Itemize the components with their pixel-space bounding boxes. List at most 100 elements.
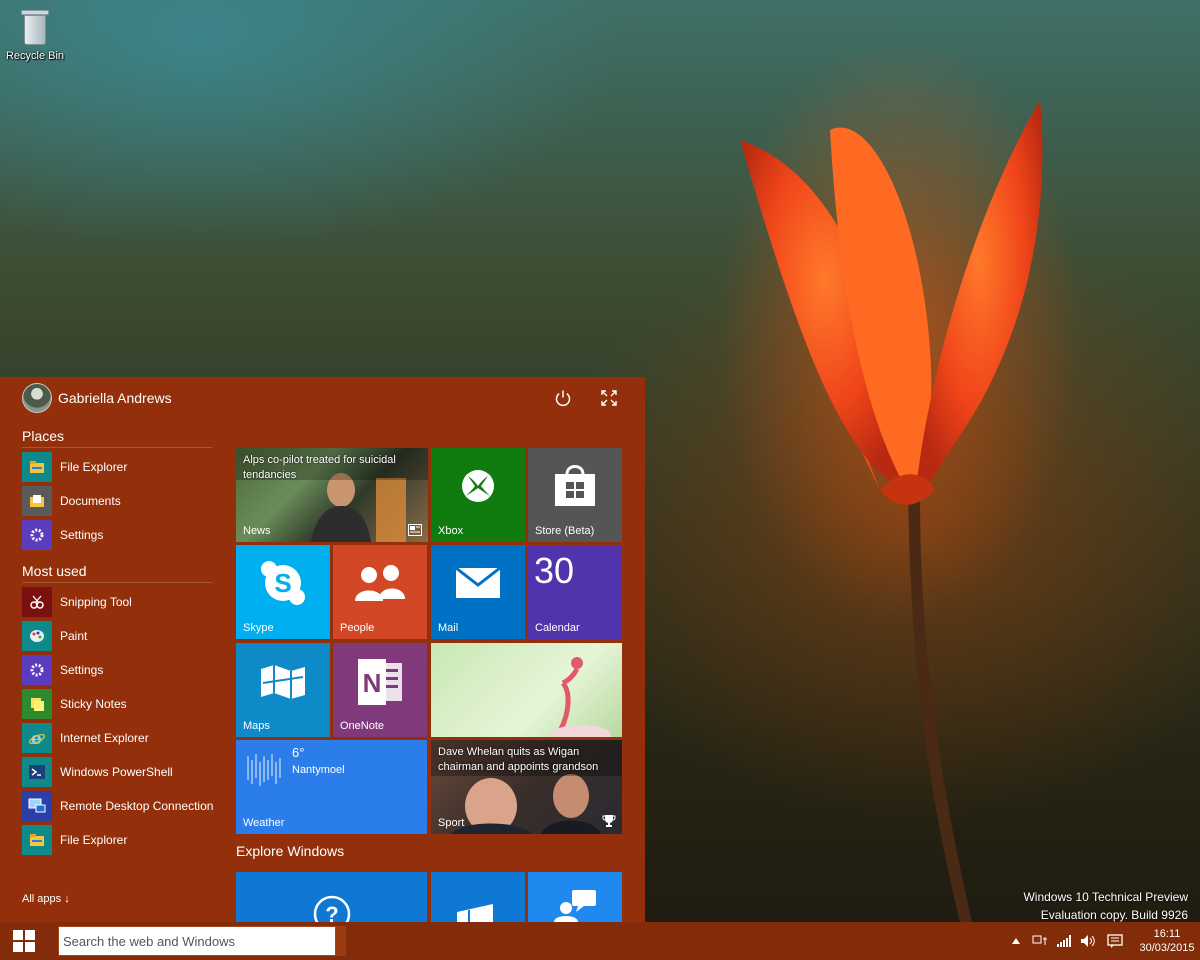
volume-icon bbox=[1081, 935, 1095, 947]
chevron-up-icon bbox=[1012, 938, 1020, 944]
powershell-icon bbox=[22, 757, 52, 787]
photo-image bbox=[551, 657, 611, 737]
weather-location: Nantymoel bbox=[292, 764, 345, 776]
internet-explorer-icon: e bbox=[22, 723, 52, 753]
app-file-explorer[interactable]: File Explorer bbox=[22, 825, 127, 855]
tile-calendar[interactable]: 30 Calendar bbox=[528, 545, 622, 639]
most-used-heading: Most used bbox=[22, 563, 87, 579]
app-label: Settings bbox=[60, 663, 104, 677]
app-windows-powershell[interactable]: Windows PowerShell bbox=[22, 757, 173, 787]
place-label: File Explorer bbox=[60, 460, 128, 474]
user-name: Gabriella Andrews bbox=[58, 390, 172, 406]
search-box-edge bbox=[336, 926, 346, 956]
app-label: Snipping Tool bbox=[60, 595, 132, 609]
tile-feedback[interactable] bbox=[528, 872, 622, 922]
settings-icon bbox=[22, 655, 52, 685]
app-internet-explorer[interactable]: e Internet Explorer bbox=[22, 723, 149, 753]
show-hidden-icons-button[interactable] bbox=[1004, 922, 1028, 960]
documents-icon bbox=[22, 486, 52, 516]
tile-people[interactable]: People bbox=[333, 545, 427, 639]
people-icon bbox=[355, 565, 405, 601]
xbox-label: Xbox bbox=[438, 525, 464, 537]
paint-icon bbox=[22, 621, 52, 651]
weather-temp: 6° bbox=[292, 745, 305, 760]
taskbar: 16:11 30/03/2015 bbox=[0, 922, 1200, 960]
app-label: Remote Desktop Connection bbox=[60, 799, 214, 813]
recycle-bin-label: Recycle Bin bbox=[5, 50, 65, 62]
app-sticky-notes[interactable]: Sticky Notes bbox=[22, 689, 127, 719]
onenote-icon: N bbox=[358, 659, 402, 705]
skype-label: Skype bbox=[243, 622, 274, 634]
app-settings[interactable]: Settings bbox=[22, 655, 103, 685]
input-indicator-icon bbox=[1032, 935, 1047, 945]
user-account[interactable]: Gabriella Andrews bbox=[22, 383, 172, 413]
file-explorer-icon bbox=[22, 825, 52, 855]
tile-skype[interactable]: S Skype bbox=[236, 545, 330, 639]
store-label: Store (Beta) bbox=[535, 525, 595, 537]
system-tray: 16:11 30/03/2015 bbox=[1004, 922, 1200, 960]
place-documents[interactable]: Documents bbox=[22, 486, 121, 516]
tile-photos[interactable] bbox=[431, 643, 622, 737]
trophy-icon bbox=[602, 815, 616, 827]
volume-button[interactable] bbox=[1076, 922, 1100, 960]
rain-icon bbox=[247, 754, 281, 786]
sticky-notes-icon bbox=[22, 689, 52, 719]
place-file-explorer[interactable]: File Explorer bbox=[22, 452, 127, 482]
app-label: File Explorer bbox=[60, 833, 128, 847]
place-label: Documents bbox=[60, 494, 121, 508]
tile-weather[interactable]: 6° Nantymoel Weather bbox=[236, 740, 427, 834]
action-center-button[interactable] bbox=[1100, 922, 1130, 960]
start-button[interactable] bbox=[0, 922, 48, 960]
tile-mail[interactable]: Mail bbox=[431, 545, 525, 639]
maps-label: Maps bbox=[243, 720, 270, 732]
feedback-icon bbox=[554, 890, 596, 922]
news-label: News bbox=[243, 525, 271, 537]
app-label: Internet Explorer bbox=[60, 731, 149, 745]
windows-feature-icon bbox=[457, 904, 493, 922]
notifications-icon bbox=[1107, 933, 1123, 948]
evaluation-watermark: Windows 10 Technical Preview Evaluation … bbox=[1023, 888, 1188, 924]
mail-icon bbox=[455, 567, 501, 598]
app-remote-desktop-connection[interactable]: Remote Desktop Connection bbox=[22, 791, 213, 821]
maps-icon bbox=[261, 665, 305, 699]
help-icon: ? bbox=[313, 895, 351, 922]
tile-windows-feature[interactable] bbox=[431, 872, 525, 922]
place-settings[interactable]: Settings bbox=[22, 520, 103, 550]
app-snipping-tool[interactable]: Snipping Tool bbox=[22, 587, 132, 617]
remote-desktop-icon bbox=[22, 791, 52, 821]
tile-onenote[interactable]: N OneNote bbox=[333, 643, 427, 737]
news-badge-icon bbox=[408, 524, 422, 536]
expand-button[interactable] bbox=[598, 387, 620, 409]
app-paint[interactable]: Paint bbox=[22, 621, 87, 651]
all-apps-link[interactable]: All apps ↓ bbox=[22, 893, 70, 905]
news-headline: Alps co-pilot treated for suicidal tenda… bbox=[243, 454, 396, 481]
people-label: People bbox=[340, 622, 375, 634]
tile-news[interactable]: Alps co-pilot treated for suicidal tenda… bbox=[236, 448, 428, 542]
tile-xbox[interactable]: Xbox bbox=[431, 448, 525, 542]
settings-icon bbox=[22, 520, 52, 550]
power-icon bbox=[555, 390, 571, 407]
tile-maps[interactable]: Maps bbox=[236, 643, 330, 737]
recycle-bin-shortcut[interactable]: Recycle Bin bbox=[4, 4, 66, 62]
places-heading: Places bbox=[22, 428, 65, 444]
app-label: Sticky Notes bbox=[60, 697, 127, 711]
avatar bbox=[22, 383, 52, 413]
sport-label: Sport bbox=[438, 817, 465, 829]
input-indicator-button[interactable] bbox=[1028, 922, 1052, 960]
power-button[interactable] bbox=[552, 387, 574, 409]
mail-label: Mail bbox=[438, 622, 459, 634]
app-label: Windows PowerShell bbox=[60, 765, 173, 779]
clock[interactable]: 16:11 30/03/2015 bbox=[1134, 927, 1200, 955]
tile-store[interactable]: Store (Beta) bbox=[528, 448, 622, 542]
svg-text:?: ? bbox=[325, 902, 338, 922]
store-icon bbox=[555, 465, 595, 506]
search-input[interactable] bbox=[58, 926, 336, 956]
recycle-bin-icon bbox=[20, 6, 50, 46]
places-divider bbox=[22, 447, 212, 448]
clock-date: 30/03/2015 bbox=[1139, 942, 1195, 954]
network-button[interactable] bbox=[1052, 922, 1076, 960]
tile-sport[interactable]: Dave Whelan quits as Wigan chairman and … bbox=[431, 740, 622, 834]
tile-get-started[interactable]: ? bbox=[236, 872, 427, 922]
svg-text:S: S bbox=[274, 568, 291, 598]
watermark-line1: Windows 10 Technical Preview bbox=[1023, 890, 1188, 904]
